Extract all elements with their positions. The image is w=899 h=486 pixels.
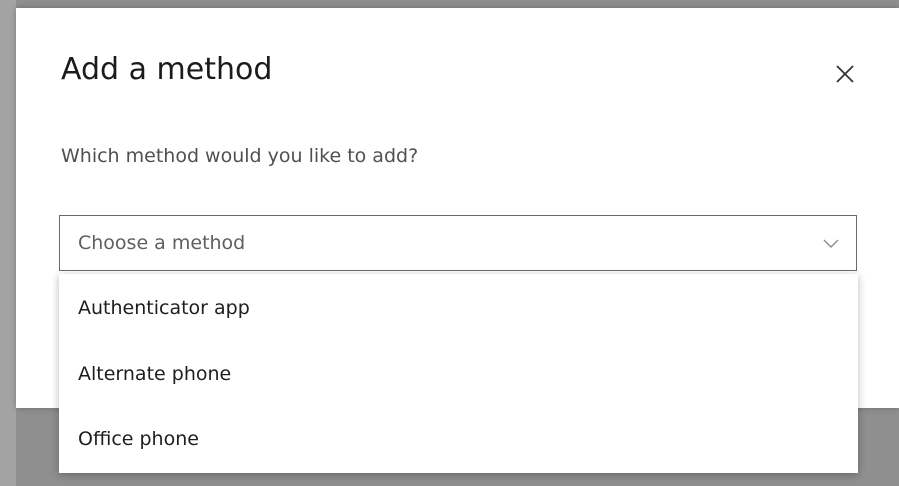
method-question: Which method would you like to add? <box>61 145 419 167</box>
method-options-list: Authenticator app Alternate phone Office… <box>59 274 858 473</box>
close-button[interactable] <box>831 60 859 88</box>
method-select[interactable]: Choose a method <box>59 215 857 271</box>
close-icon <box>831 60 859 88</box>
dialog-title: Add a method <box>61 52 273 87</box>
background-page-edge <box>0 0 16 486</box>
option-label: Office phone <box>78 428 199 450</box>
option-label: Alternate phone <box>78 363 232 385</box>
option-authenticator-app[interactable]: Authenticator app <box>59 276 858 340</box>
option-office-phone[interactable]: Office phone <box>59 407 858 471</box>
method-select-placeholder: Choose a method <box>78 232 246 254</box>
option-label: Authenticator app <box>78 297 250 319</box>
option-alternate-phone[interactable]: Alternate phone <box>59 342 858 406</box>
chevron-down-icon <box>822 236 840 250</box>
